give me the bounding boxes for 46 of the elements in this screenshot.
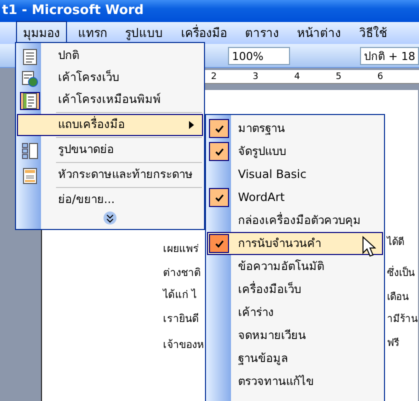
menu-item[interactable]: หน้าต่าง [290, 21, 348, 45]
text-line: ได้ดี [387, 235, 404, 250]
menu-item[interactable]: ตรวจทานแก้ไข [207, 370, 383, 393]
pointer-cursor-icon [362, 236, 376, 258]
text-line: เดือน [387, 290, 409, 305]
text-line: ฟรี [387, 336, 399, 351]
menu-item[interactable]: เครื่องมือ [174, 21, 234, 45]
menu-item[interactable]: รูปแบบ [118, 21, 170, 45]
menu-item[interactable]: ย่อ/ขยาย... [17, 189, 203, 211]
text-line: ได้แก่ ไ [163, 288, 196, 303]
menu-item[interactable]: แทรก [71, 21, 114, 45]
zoom-field[interactable]: 100% [228, 47, 290, 65]
submenu-item[interactable]: แถบเครื่องมือ [17, 114, 203, 136]
menu-item[interactable]: ตาราง [238, 21, 286, 45]
menu-item[interactable]: จัดรูปแบบ [207, 140, 383, 163]
style-field[interactable]: ปกติ + 18 [360, 47, 419, 65]
menu-item[interactable]: เค้าโครงเหมือนพิมพ์ [17, 89, 203, 111]
text-line: เจ้าของห [163, 338, 204, 353]
menu-item[interactable]: WordArt [207, 186, 383, 209]
ruler-number: 4 [294, 71, 301, 83]
menu-item[interactable]: กล่องเครื่องมือตัวควบคุม [207, 209, 383, 232]
menu-item[interactable]: จดหมายเวียน [207, 324, 383, 347]
menu-item[interactable]: เครื่องมือเว็บ [207, 278, 383, 301]
menu-item[interactable]: รูปขนาดย่อ [17, 139, 203, 161]
text-line: ามีร้าน [387, 312, 418, 327]
submenu-arrow-icon [189, 121, 194, 129]
window-title: t1 - Microsoft Word [2, 2, 144, 20]
ruler-number: 2 [211, 71, 218, 83]
menu-item[interactable]: วิธีใช้ [352, 21, 394, 45]
ruler-number: 5 [336, 71, 343, 83]
text-line: เผยแพร่ [163, 242, 199, 257]
text-line: ซึ่งเป็น [387, 266, 415, 281]
menu-item[interactable]: เค้าโครงเว็บ [17, 67, 203, 89]
menu-item[interactable]: ข้อความอัตโนมัติ [207, 255, 383, 278]
ruler-number: 6 [377, 71, 384, 83]
menu-item[interactable]: ปกติ [17, 45, 203, 67]
expand-chevron-icon[interactable] [103, 211, 117, 227]
text-line: เรายินดี [163, 312, 199, 327]
menu-item[interactable]: การนับจำนวนคำ [207, 232, 383, 255]
text-line: ต่างชาติ [163, 266, 201, 281]
menu-item[interactable]: ฐานข้อมูล [207, 347, 383, 370]
menu-item[interactable]: Visual Basic [207, 163, 383, 186]
menu-item[interactable]: หัวกระดาษและท้ายกระดาษ [17, 164, 203, 186]
menu-item[interactable]: เค้าร่าง [207, 301, 383, 324]
menu-item[interactable]: มาตรฐาน [207, 117, 383, 140]
ruler-number: 3 [252, 71, 260, 83]
